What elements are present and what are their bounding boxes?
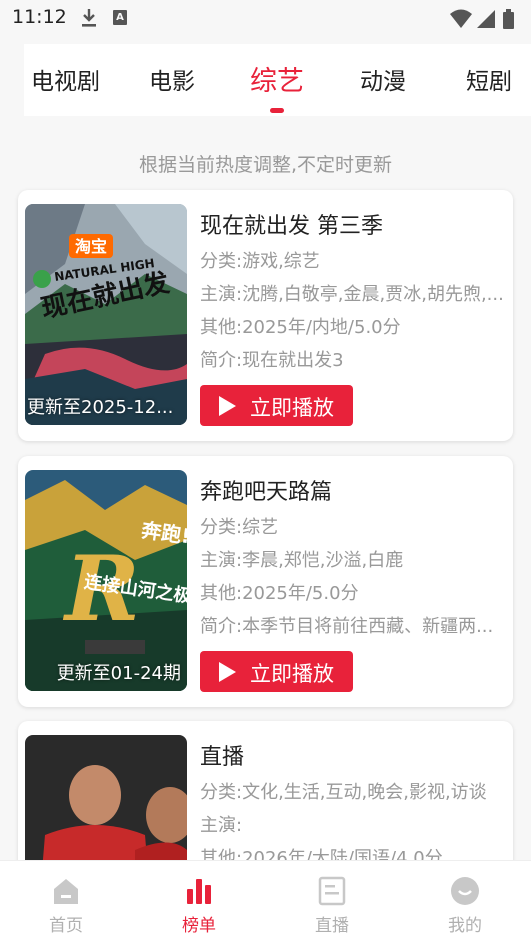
play-icon [219, 662, 236, 682]
tab-tv-series[interactable]: 电视剧 [31, 62, 100, 96]
show-title[interactable]: 现在就出发 第三季 [200, 208, 513, 240]
nav-live-label: 直播 [315, 916, 349, 936]
show-category: 分类:综艺 [200, 517, 279, 538]
show-info: 奔跑吧天路篇 分类:综艺 主演:李晨,郑恺,沙溢,白鹿 其他:2025年/5.0… [200, 474, 513, 638]
status-bar: 11:12 A [0, 0, 531, 36]
tab-variety[interactable]: 综艺 [250, 59, 304, 98]
ranking-hint: 根据当前热度调整,不定时更新 [138, 154, 393, 176]
nav-profile[interactable]: 我的 [425, 875, 505, 936]
show-card[interactable]: R 奔跑! 连接山河之极 更新至01-24期 奔跑吧天路篇 分类:综艺 主演:李… [18, 456, 513, 707]
svg-text:淘宝: 淘宝 [75, 237, 107, 256]
tab-movies[interactable]: 电影 [149, 62, 195, 96]
tab-anime[interactable]: 动漫 [360, 62, 406, 96]
show-poster[interactable]: 淘宝 NATURAL HIGH 现在就出发 更新至2025-12... [25, 204, 187, 425]
nav-ranking-label: 榜单 [182, 916, 216, 936]
show-info: 现在就出发 第三季 分类:游戏,综艺 主演:沈腾,白敬亭,金晨,贾冰,胡先煦,.… [200, 208, 513, 372]
system-status-icons [450, 9, 514, 29]
signal-icon [477, 10, 495, 28]
screen: 11:12 A 电视剧 电影 综艺 动漫 短剧 根据当前热度调整,不定时更新 淘… [0, 0, 531, 944]
status-time: 11:12 [12, 6, 67, 28]
update-status: 更新至2025-12... [27, 397, 174, 418]
show-poster[interactable]: R 奔跑! 连接山河之极 更新至01-24期 [25, 470, 187, 691]
tv-icon [318, 876, 346, 906]
show-category: 分类:游戏,综艺 [200, 251, 320, 272]
accessibility-app-icon: A [113, 10, 127, 25]
nav-home[interactable]: 首页 [26, 875, 106, 936]
show-intro: 简介:本季节目将前往西藏、新疆两... [200, 616, 494, 637]
category-tabs: 电视剧 电影 综艺 动漫 短剧 [24, 44, 531, 116]
show-card[interactable]: 淘宝 NATURAL HIGH 现在就出发 更新至2025-12... 现在就出… [18, 190, 513, 441]
show-other: 其他:2025年/内地/5.0分 [200, 317, 401, 338]
wifi-icon [450, 9, 472, 28]
play-button-label: 立即播放 [250, 396, 334, 420]
profile-icon [451, 877, 479, 905]
poster-art: 淘宝 NATURAL HIGH 现在就出发 [25, 204, 187, 425]
show-other: 其他:2025年/5.0分 [200, 583, 359, 604]
play-button-label: 立即播放 [250, 662, 334, 686]
show-title[interactable]: 直播 [200, 739, 513, 771]
bottom-navigation: 首页 榜单 直播 我的 [0, 860, 531, 944]
home-icon [54, 879, 78, 904]
nav-home-label: 首页 [49, 916, 83, 936]
show-info: 直播 分类:文化,生活,互动,晚会,影视,访谈 主演: 其他:2026年/大陆/… [200, 739, 513, 870]
play-icon [219, 396, 236, 416]
poster-art: R 奔跑! 连接山河之极 [25, 470, 187, 691]
active-tab-indicator [270, 108, 284, 113]
show-title[interactable]: 奔跑吧天路篇 [200, 474, 513, 506]
battery-icon [503, 9, 514, 29]
nav-ranking[interactable]: 榜单 [159, 875, 239, 936]
chart-icon [187, 879, 211, 904]
play-button[interactable]: 立即播放 [200, 385, 353, 426]
nav-profile-label: 我的 [448, 916, 482, 936]
nav-live[interactable]: 直播 [292, 875, 372, 936]
tab-short-drama[interactable]: 短剧 [466, 62, 512, 96]
show-cast: 主演: [200, 815, 243, 836]
show-cast: 主演:李晨,郑恺,沙溢,白鹿 [200, 550, 404, 571]
show-cast: 主演:沈腾,白敬亭,金晨,贾冰,胡先煦,... [200, 284, 504, 305]
play-button[interactable]: 立即播放 [200, 651, 353, 692]
update-status: 更新至01-24期 [56, 663, 181, 684]
show-intro: 简介:现在就出发3 [200, 350, 344, 371]
show-category: 分类:文化,生活,互动,晚会,影视,访谈 [200, 782, 487, 803]
download-icon [82, 9, 96, 27]
